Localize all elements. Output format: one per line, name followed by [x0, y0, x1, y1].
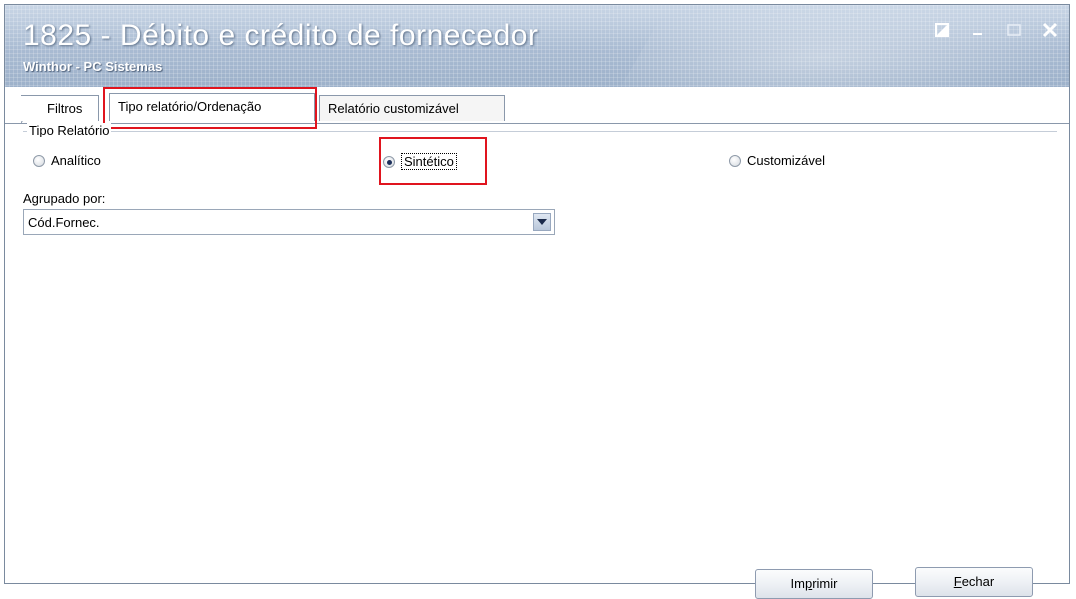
radio-analitico-icon[interactable]: [33, 154, 45, 167]
window-title: 1825 - Débito e crédito de fornecedor: [23, 19, 539, 52]
title-bar-swoosh: [610, 5, 1069, 87]
radio-customizavel[interactable]: Customizável: [729, 153, 825, 168]
radio-customizavel-icon[interactable]: [729, 154, 741, 167]
main-window: 1825 - Débito e crédito de fornecedor Wi…: [4, 4, 1070, 599]
radio-customizavel-label: Customizável: [747, 153, 826, 168]
group-divider: [23, 131, 1057, 132]
fechar-label-accel: F: [953, 574, 962, 589]
maximize-icon[interactable]: [1005, 21, 1023, 39]
restore-icon[interactable]: [933, 21, 951, 39]
fechar-label-b: echar: [961, 574, 995, 589]
dropdown-button[interactable]: [533, 213, 551, 231]
radio-analitico-label: Analítico: [51, 153, 101, 168]
tipo-relatorio-group-label: Tipo Relatório: [27, 123, 112, 137]
window-controls: [933, 21, 1059, 39]
highlight-box-tab: [103, 87, 317, 129]
agrupado-por-label: Agrupado por:: [23, 191, 106, 206]
minimize-icon[interactable]: [969, 21, 987, 39]
imprimir-label-a: Im: [790, 576, 805, 591]
title-bar[interactable]: 1825 - Débito e crédito de fornecedor Wi…: [5, 5, 1069, 87]
agrupado-por-value: Cód.Fornec.: [28, 215, 100, 230]
highlight-box-radio: [379, 137, 487, 185]
radio-analitico[interactable]: Analítico: [33, 153, 101, 168]
agrupado-por-select[interactable]: Cód.Fornec.: [23, 209, 555, 235]
tab-filtros-label: Filtros: [47, 101, 83, 116]
chevron-down-icon: [537, 219, 547, 225]
fechar-button[interactable]: Fechar: [915, 567, 1033, 597]
tab-relatorio-customizavel-label: Relatório customizável: [328, 101, 459, 116]
imprimir-label-b: rimir: [812, 576, 838, 591]
window-subtitle: Winthor - PC Sistemas: [23, 59, 163, 74]
tab-relatorio-customizavel[interactable]: Relatório customizável: [319, 95, 505, 121]
close-icon[interactable]: [1041, 21, 1059, 39]
tab-filtros[interactable]: Filtros: [21, 95, 99, 121]
imprimir-button[interactable]: Imprimir: [755, 569, 873, 599]
